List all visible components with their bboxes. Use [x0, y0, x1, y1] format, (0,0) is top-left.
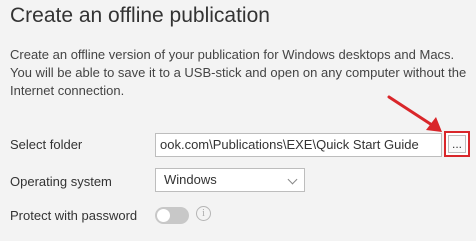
- arrow-shaft: [387, 95, 434, 127]
- arrow-head: [426, 117, 442, 132]
- annotation-arrow: [387, 95, 442, 132]
